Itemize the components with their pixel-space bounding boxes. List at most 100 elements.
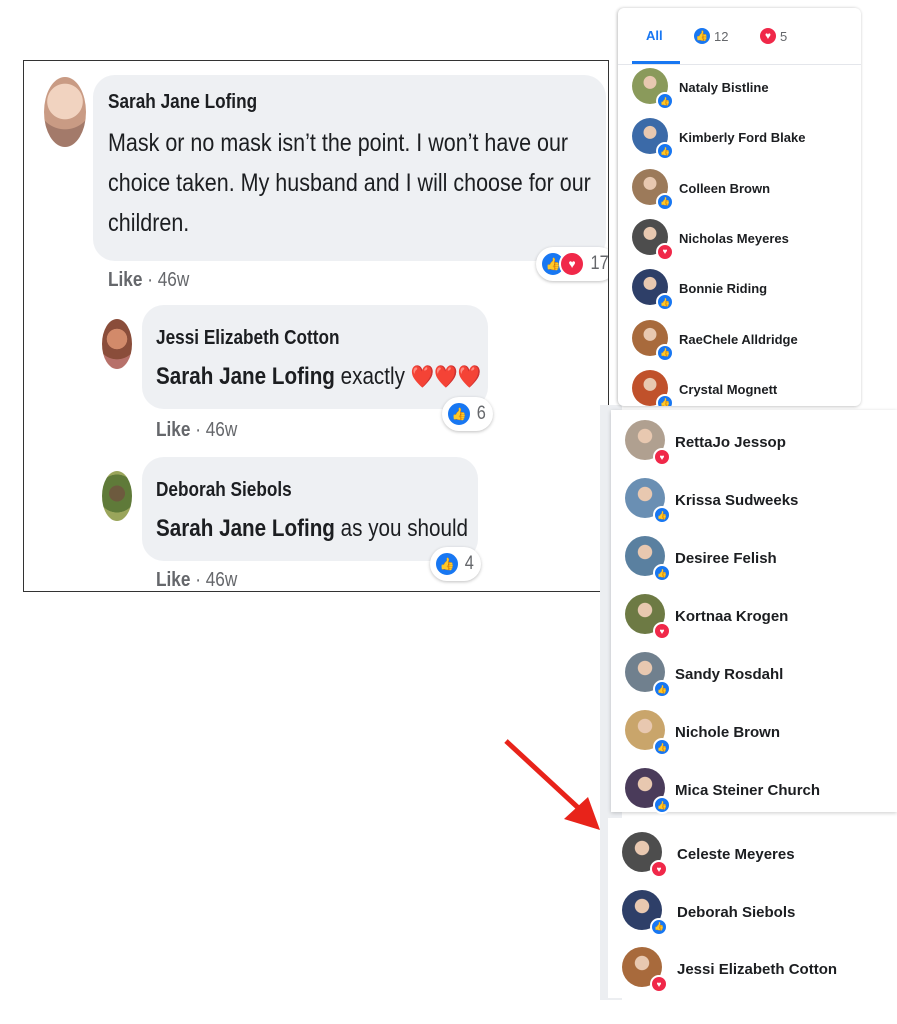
reactor-row[interactable]: 👍 Colleen Brown <box>618 168 861 213</box>
reactor-name[interactable]: Kimberly Ford Blake <box>679 130 805 145</box>
tab-label: 12 <box>714 28 729 44</box>
like-icon: 👍 <box>446 401 472 427</box>
love-icon: ♥ <box>559 251 585 277</box>
comment-author[interactable]: Jessi Elizabeth Cotton <box>156 327 340 350</box>
avatar[interactable] <box>102 471 132 521</box>
tab-label: All <box>646 28 663 43</box>
reaction-count: 4 <box>464 553 474 574</box>
like-badge-icon: 👍 <box>656 393 674 406</box>
comment-text-line: choice taken. My husband and I will choo… <box>108 169 591 197</box>
like-badge-icon: 👍 <box>653 680 671 698</box>
reactor-name[interactable]: Nichole Brown <box>675 724 780 741</box>
love-badge-icon: ♥ <box>653 622 671 640</box>
comment-meta: Like · 46w <box>156 569 237 591</box>
reaction-summary[interactable]: 👍 4 <box>430 547 481 581</box>
reactor-row[interactable]: ♥ Nicholas Meyeres <box>618 218 861 263</box>
reactor-row[interactable]: ♥ RettaJo Jessop <box>611 420 897 466</box>
reactor-name[interactable]: Deborah Siebols <box>677 904 795 921</box>
timestamp[interactable]: · 46w <box>195 569 237 591</box>
reactor-list-panel: ♥ RettaJo Jessop 👍 Krissa Sudweeks 👍 Desiree … <box>611 410 897 814</box>
mention-link[interactable]: Sarah Jane Lofing <box>156 515 335 542</box>
reactor-name[interactable]: Crystal Mognett <box>679 382 777 397</box>
like-link[interactable]: Like <box>156 569 190 591</box>
like-badge-icon: 👍 <box>656 343 674 362</box>
comment-text: Sarah Jane Lofing exactly ❤️❤️❤️ <box>156 357 481 397</box>
timestamp[interactable]: · 46w <box>147 269 189 291</box>
comment-text-line: Mask or no mask isn’t the point. I won’t… <box>108 129 569 157</box>
like-icon: 👍 <box>434 551 460 577</box>
reactor-row[interactable]: ♥ Celeste Meyeres <box>608 832 897 878</box>
reactor-name[interactable]: Jessi Elizabeth Cotton <box>677 961 837 978</box>
love-icon: ♥ <box>760 28 776 44</box>
comment-text-body: exactly <box>334 363 411 390</box>
like-link[interactable]: Like <box>108 269 142 291</box>
love-badge-icon: ♥ <box>650 860 668 878</box>
reactor-row[interactable]: 👍 Krissa Sudweeks <box>611 478 897 524</box>
timestamp[interactable]: · 46w <box>195 419 237 441</box>
reactor-name[interactable]: RaeChele Alldridge <box>679 332 798 347</box>
tab-all[interactable]: All <box>646 28 663 43</box>
reactor-name[interactable]: Kortnaa Krogen <box>675 608 788 625</box>
reactor-row[interactable]: 👍 Kimberly Ford Blake <box>618 118 861 162</box>
reactor-row[interactable]: 👍 Sandy Rosdahl <box>611 652 897 698</box>
reaction-count: 17 <box>590 253 609 274</box>
comment-meta: Like · 46w <box>108 269 189 292</box>
avatar[interactable] <box>44 77 86 147</box>
tab-love[interactable]: ♥ 5 <box>760 28 787 44</box>
reactor-name[interactable]: Desiree Felish <box>675 550 777 567</box>
comment-text: Sarah Jane Lofing as you should <box>156 509 468 549</box>
reactor-name[interactable]: RettaJo Jessop <box>675 434 786 451</box>
like-badge-icon: 👍 <box>656 142 674 161</box>
reactor-name[interactable]: Bonnie Riding <box>679 281 767 296</box>
tab-label: 5 <box>780 28 788 44</box>
reactor-row[interactable]: 👍 Mica Steiner Church <box>611 768 897 814</box>
reactor-name[interactable]: Nicholas Meyeres <box>679 231 789 246</box>
reactor-row[interactable]: ♥ Jessi Elizabeth Cotton <box>608 947 897 993</box>
reactor-name[interactable]: Sandy Rosdahl <box>675 666 783 683</box>
reactor-row[interactable]: 👍 Deborah Siebols <box>608 889 897 936</box>
reactor-row[interactable]: ♥ Kortnaa Krogen <box>611 594 897 640</box>
reaction-summary[interactable]: 👍 6 <box>442 397 493 431</box>
comment-text-line: children. <box>108 209 190 237</box>
like-link[interactable]: Like <box>156 419 190 441</box>
like-badge-icon: 👍 <box>656 92 674 110</box>
reaction-count: 6 <box>476 403 486 424</box>
reactor-row[interactable]: 👍 Desiree Felish <box>611 536 897 582</box>
like-badge-icon: 👍 <box>653 564 671 582</box>
love-badge-icon: ♥ <box>656 242 674 261</box>
like-icon: 👍 <box>694 28 710 44</box>
reaction-tabs: All 👍 12 ♥ 5 <box>618 8 861 65</box>
comment-author[interactable]: Deborah Siebols <box>156 479 292 502</box>
like-badge-icon: 👍 <box>650 917 668 936</box>
comment-thread: Sarah Jane Lofing Mask or no mask isn’t … <box>23 60 609 592</box>
reactor-row[interactable]: 👍 Bonnie Riding <box>618 269 861 313</box>
love-badge-icon: ♥ <box>650 975 668 993</box>
like-badge-icon: 👍 <box>653 506 671 524</box>
reactions-dialog: All 👍 12 ♥ 5 👍 Nataly Bistline 👍 Kimberly F… <box>618 8 861 406</box>
like-badge-icon: 👍 <box>656 293 674 312</box>
like-badge-icon: 👍 <box>653 738 671 756</box>
comment-meta: Like · 46w <box>156 419 237 442</box>
reactor-name[interactable]: Nataly Bistline <box>679 80 769 95</box>
reactor-name[interactable]: Mica Steiner Church <box>675 782 820 799</box>
reactor-name[interactable]: Colleen Brown <box>679 181 770 196</box>
like-badge-icon: 👍 <box>653 796 671 814</box>
comment-text-body: as you should <box>334 515 469 542</box>
arrow-shaft <box>504 739 588 817</box>
active-tab-indicator <box>632 61 680 64</box>
avatar[interactable] <box>102 319 132 369</box>
reactor-row[interactable]: 👍 RaeChele Alldridge <box>618 319 861 364</box>
reactor-name[interactable]: Celeste Meyeres <box>677 846 795 863</box>
red-arrow-annotation <box>504 739 600 830</box>
tab-like[interactable]: 👍 12 <box>694 28 728 44</box>
comment-author[interactable]: Sarah Jane Lofing <box>108 91 257 114</box>
heart-emojis: ❤️❤️❤️ <box>410 364 482 389</box>
reactor-row[interactable]: 👍 Nichole Brown <box>611 710 897 756</box>
mention-link[interactable]: Sarah Jane Lofing <box>156 363 335 390</box>
reactor-row[interactable]: 👍 Crystal Mognett <box>618 369 861 406</box>
like-badge-icon: 👍 <box>656 192 674 211</box>
reaction-summary[interactable]: 👍 ♥ 17 <box>536 247 609 281</box>
reactor-row[interactable]: 👍 Nataly Bistline <box>618 68 861 112</box>
reactor-name[interactable]: Krissa Sudweeks <box>675 492 798 509</box>
reactor-list-panel: ♥ Celeste Meyeres 👍 Deborah Siebols ♥ Jessi E… <box>608 818 897 998</box>
